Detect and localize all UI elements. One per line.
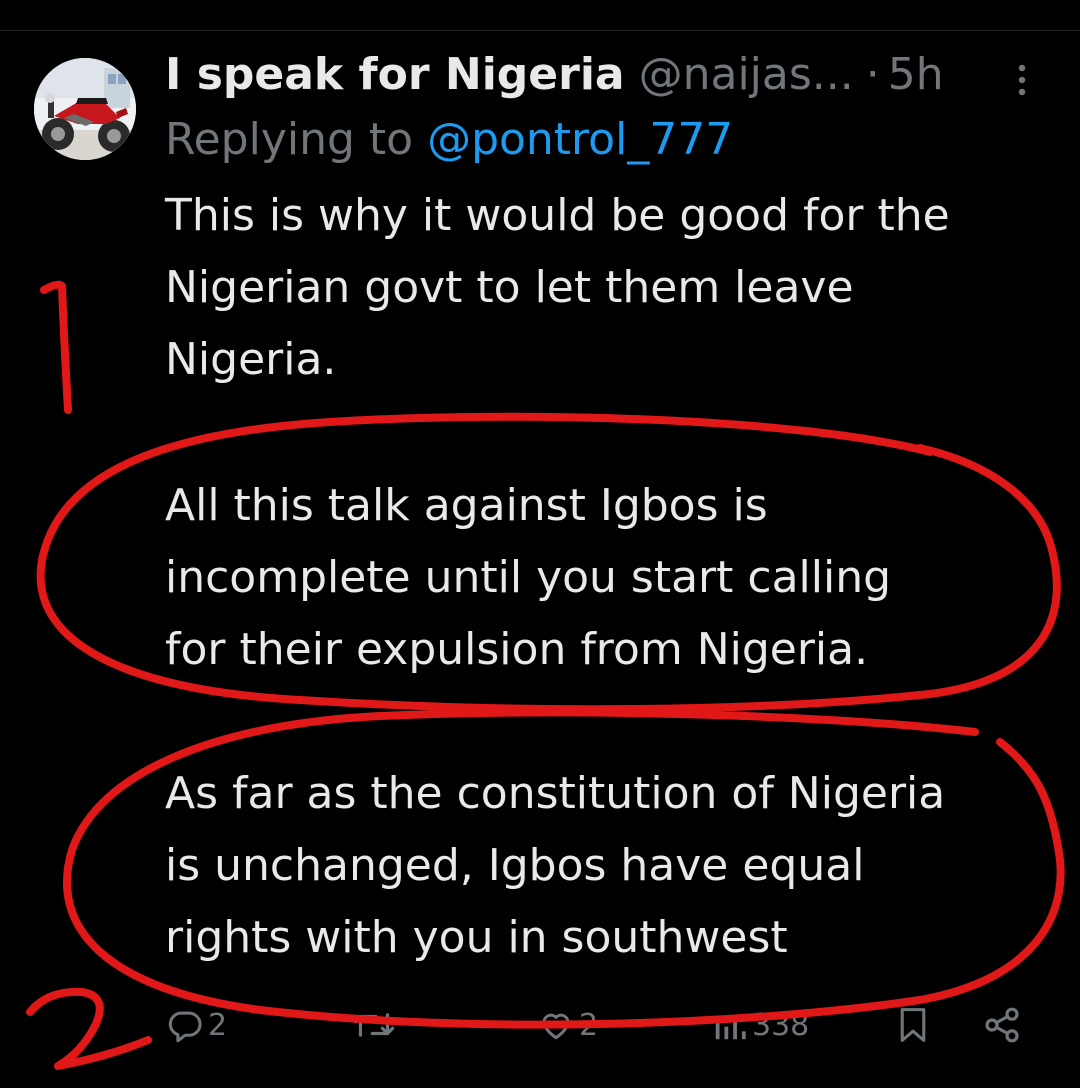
- heart-icon: [537, 1006, 575, 1044]
- author-name[interactable]: I speak for Nigeria: [165, 49, 625, 100]
- bookmark-icon: [894, 1005, 932, 1045]
- views-button[interactable]: 338: [712, 995, 809, 1055]
- author-handle[interactable]: @naijas...: [639, 49, 854, 100]
- avatar[interactable]: [34, 58, 136, 160]
- views-count: 338: [752, 1007, 810, 1043]
- mention-link[interactable]: @pontrol_777: [427, 114, 733, 165]
- more-vertical-icon[interactable]: [1014, 60, 1030, 100]
- timestamp[interactable]: 5h: [888, 49, 944, 100]
- motorcycle-avatar-image: [34, 58, 136, 160]
- tweet-header: I speak for Nigeria @naijas... · 5h: [165, 42, 944, 106]
- tweet-line: for their expulsion from Nigeria.: [165, 624, 869, 675]
- reply-button[interactable]: 2: [166, 995, 227, 1055]
- bookmark-button[interactable]: [894, 995, 932, 1055]
- tweet-actions-bar: 2 2 338: [0, 995, 1080, 1055]
- retweet-icon: [352, 1006, 396, 1044]
- tweet-line: Nigeria.: [165, 334, 337, 385]
- tweet-line: rights with you in southwest: [165, 912, 788, 963]
- tweet-line: Nigerian govt to let them leave: [165, 262, 854, 313]
- tweet-line: is unchanged, Igbos have equal: [165, 840, 865, 891]
- like-button[interactable]: 2: [537, 995, 598, 1055]
- reply-count: 2: [208, 1007, 228, 1043]
- retweet-button[interactable]: [352, 995, 396, 1055]
- tweet-line: As far as the constitution of Nigeria: [165, 768, 946, 819]
- tweet-paragraph-1: This is why it would be good for the Nig…: [165, 180, 1065, 396]
- tweet-line: All this talk against Igbos is: [165, 480, 768, 531]
- top-divider: [0, 30, 1080, 31]
- like-count: 2: [579, 1007, 599, 1043]
- reply-icon: [166, 1006, 204, 1044]
- annotation-mark-1: [40, 280, 72, 414]
- share-icon: [982, 1005, 1022, 1045]
- views-icon: [712, 1006, 748, 1044]
- tweet-line: This is why it would be good for the: [165, 190, 950, 241]
- header-separator: ·: [865, 48, 880, 100]
- tweet-line: incomplete until you start calling: [165, 552, 892, 603]
- replying-to-line: Replying to @pontrol_777: [165, 108, 733, 172]
- share-button[interactable]: [982, 995, 1022, 1055]
- tweet-paragraph-3: As far as the constitution of Nigeria is…: [165, 758, 1065, 974]
- replying-prefix: Replying to: [165, 114, 414, 165]
- tweet-paragraph-2: All this talk against Igbos is incomplet…: [165, 470, 1065, 686]
